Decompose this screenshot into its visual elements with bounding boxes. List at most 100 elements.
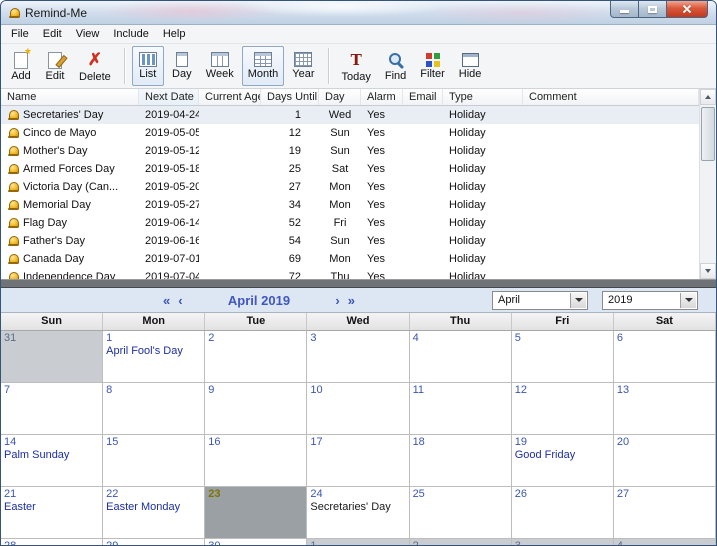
maximize-button[interactable]: [639, 1, 666, 18]
menu-item-file[interactable]: File: [4, 26, 36, 42]
calendar-cell-19[interactable]: 19Good Friday: [512, 435, 614, 487]
calendar-cell-9[interactable]: 9: [205, 383, 307, 435]
table-row[interactable]: Independence Day2019-07-0472ThuYesHolida…: [1, 268, 699, 279]
calendar-cell-2[interactable]: 2: [410, 539, 512, 545]
menu-item-edit[interactable]: Edit: [36, 26, 69, 42]
list-icon: [139, 52, 157, 67]
calendar-cell-16[interactable]: 16: [205, 435, 307, 487]
vertical-scrollbar[interactable]: [699, 89, 716, 279]
calendar-cell-20[interactable]: 20: [614, 435, 716, 487]
calendar-cell-12[interactable]: 12: [512, 383, 614, 435]
filter-button[interactable]: Filter: [414, 46, 450, 86]
calendar-cell-4[interactable]: 4: [614, 539, 716, 545]
delete-button[interactable]: Delete: [73, 46, 117, 86]
year-dropdown-arrow-icon[interactable]: [680, 293, 696, 308]
table-row[interactable]: Secretaries' Day2019-04-241WedYesHoliday: [1, 106, 699, 124]
cell-email: [403, 178, 443, 196]
calendar-cell-15[interactable]: 15: [103, 435, 205, 487]
minimize-button[interactable]: [610, 1, 639, 18]
menu-item-help[interactable]: Help: [156, 26, 193, 42]
calendar-cell-6[interactable]: 6: [614, 331, 716, 383]
calendar-cell-13[interactable]: 13: [614, 383, 716, 435]
table-row[interactable]: Mother's Day2019-05-1219SunYesHoliday: [1, 142, 699, 160]
cell-value: Yes: [367, 199, 385, 211]
cell-value: 2019-05-20: [145, 181, 199, 193]
calendar-cell-4[interactable]: 4: [410, 331, 512, 383]
month-button[interactable]: Month: [242, 46, 285, 86]
table-row[interactable]: Armed Forces Day2019-05-1825SatYesHolida…: [1, 160, 699, 178]
calendar-cell-21[interactable]: 21Easter: [1, 487, 103, 539]
calendar-grid: 311April Fool's Day234567891011121314Pal…: [1, 331, 716, 545]
column-header-days-until[interactable]: Days Until: [261, 89, 319, 105]
calendar-cell-25[interactable]: 25: [410, 487, 512, 539]
column-header-email[interactable]: Email: [403, 89, 443, 105]
cell-current-age: [199, 250, 261, 268]
column-header-current-age[interactable]: Current Age: [199, 89, 261, 105]
year-button[interactable]: Year: [286, 46, 320, 86]
calendar-cell-18[interactable]: 18: [410, 435, 512, 487]
cell-next-date: 2019-05-18: [139, 160, 199, 178]
calendar-cell-17[interactable]: 17: [307, 435, 409, 487]
calendar-cell-23[interactable]: 23: [205, 487, 307, 539]
calendar-cell-1[interactable]: 1April Fool's Day: [103, 331, 205, 383]
hide-button[interactable]: Hide: [453, 46, 488, 86]
calendar-cell-11[interactable]: 11: [410, 383, 512, 435]
close-button[interactable]: [666, 1, 708, 18]
next-month-button[interactable]: ›: [331, 293, 343, 308]
first-month-button[interactable]: «: [159, 293, 174, 308]
calendar-cell-10[interactable]: 10: [307, 383, 409, 435]
calendar-cell-7[interactable]: 7: [1, 383, 103, 435]
splitter-handle[interactable]: [1, 279, 716, 288]
today-button[interactable]: Today: [336, 46, 377, 86]
year-dropdown[interactable]: 2019: [602, 291, 698, 310]
bell-icon: [7, 199, 19, 211]
edit-button[interactable]: Edit: [39, 46, 71, 86]
table-row[interactable]: Flag Day2019-06-1452FriYesHoliday: [1, 214, 699, 232]
menu-item-view[interactable]: View: [69, 26, 107, 42]
calendar-cell-14[interactable]: 14Palm Sunday: [1, 435, 103, 487]
calendar-event: Easter: [4, 501, 99, 513]
calendar-cell-1[interactable]: 1: [307, 539, 409, 545]
column-header-alarm[interactable]: Alarm: [361, 89, 403, 105]
calendar-cell-30[interactable]: 30: [205, 539, 307, 545]
column-header-day[interactable]: Day: [319, 89, 361, 105]
calendar-cell-26[interactable]: 26: [512, 487, 614, 539]
prev-month-button[interactable]: ‹: [174, 293, 186, 308]
cell-day: Mon: [319, 196, 361, 214]
week-button[interactable]: Week: [200, 46, 240, 86]
calendar-cell-2[interactable]: 2: [205, 331, 307, 383]
calendar-cell-3[interactable]: 3: [307, 331, 409, 383]
scroll-up-button[interactable]: [700, 89, 716, 105]
table-row[interactable]: Father's Day2019-06-1654SunYesHoliday: [1, 232, 699, 250]
last-month-button[interactable]: »: [344, 293, 359, 308]
add-button[interactable]: Add: [5, 46, 37, 86]
day-button[interactable]: Day: [166, 46, 198, 86]
column-header-next-date[interactable]: Next Date: [139, 89, 199, 105]
menu-item-include[interactable]: Include: [106, 26, 155, 42]
calendar-cell-3[interactable]: 3: [512, 539, 614, 545]
title-bar[interactable]: Remind-Me: [1, 1, 716, 25]
column-header-type[interactable]: Type: [443, 89, 523, 105]
month-dropdown[interactable]: April: [492, 291, 588, 310]
table-row[interactable]: Cinco de Mayo2019-05-0512SunYesHoliday: [1, 124, 699, 142]
calendar-cell-29[interactable]: 29: [103, 539, 205, 545]
calendar-cell-8[interactable]: 8: [103, 383, 205, 435]
calendar-cell-31[interactable]: 31: [1, 331, 103, 383]
cell-value: Holiday: [449, 163, 486, 175]
month-dropdown-arrow-icon[interactable]: [570, 293, 586, 308]
calendar-cell-28[interactable]: 28: [1, 539, 103, 545]
list-button[interactable]: List: [132, 46, 164, 86]
table-row[interactable]: Memorial Day2019-05-2734MonYesHoliday: [1, 196, 699, 214]
column-header-name[interactable]: Name: [1, 89, 139, 105]
calendar-cell-5[interactable]: 5: [512, 331, 614, 383]
column-header-comment[interactable]: Comment: [523, 89, 699, 105]
scrollbar-thumb[interactable]: [701, 107, 715, 161]
table-row[interactable]: Canada Day2019-07-0169MonYesHoliday: [1, 250, 699, 268]
calendar-cell-24[interactable]: 24Secretaries' Day: [307, 487, 409, 539]
calendar-cell-22[interactable]: 22Easter Monday: [103, 487, 205, 539]
table-row[interactable]: Victoria Day (Can...2019-05-2027MonYesHo…: [1, 178, 699, 196]
cell-value: 2019-05-27: [145, 199, 199, 211]
calendar-cell-27[interactable]: 27: [614, 487, 716, 539]
find-button[interactable]: Find: [379, 46, 412, 86]
scroll-down-button[interactable]: [700, 263, 716, 279]
